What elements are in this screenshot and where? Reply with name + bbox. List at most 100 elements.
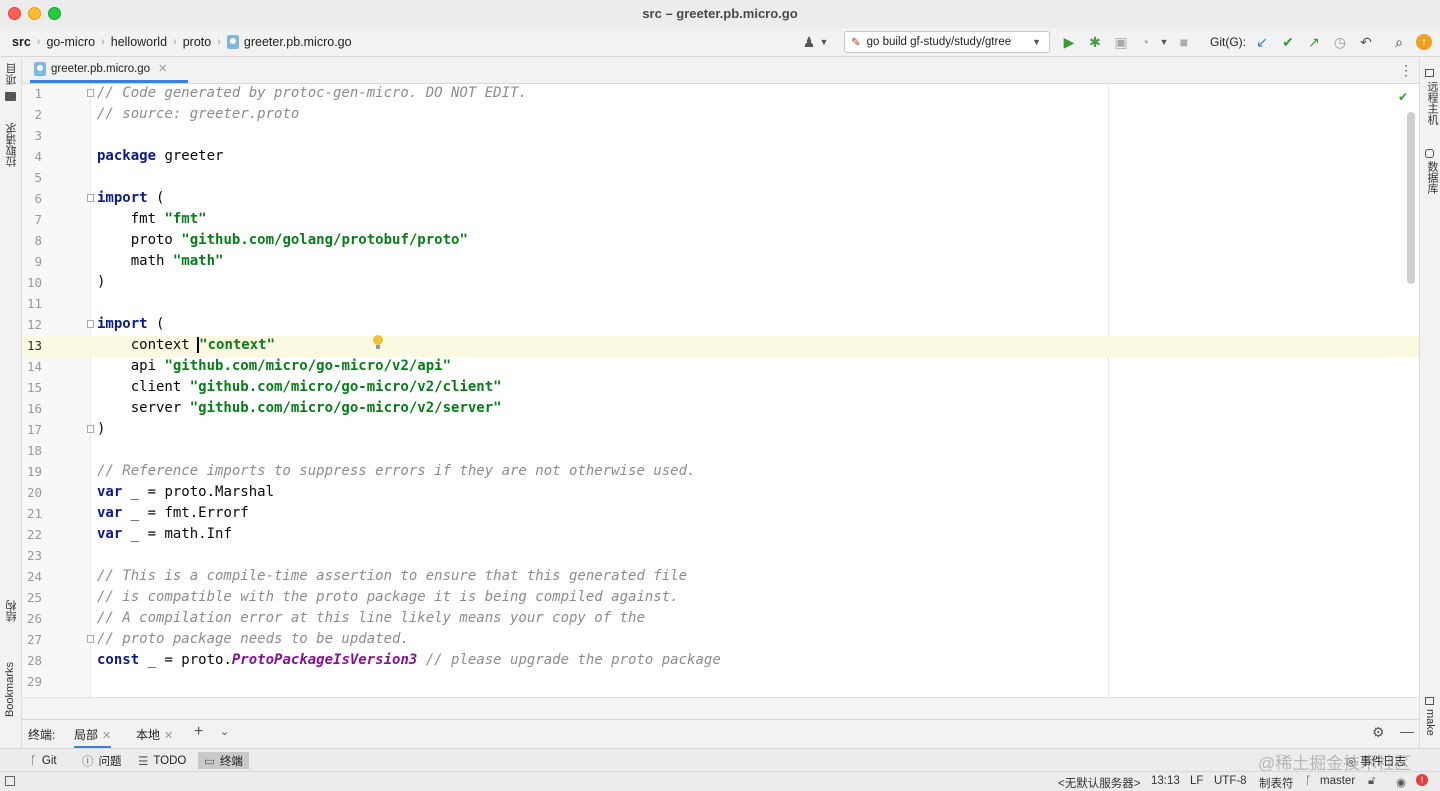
make-tool-button[interactable]: make [1424,709,1436,736]
code-line[interactable]: 23 [22,546,1419,567]
history-icon[interactable]: ◷ [1331,33,1349,51]
tool-window-git[interactable]: ᚴ Git [24,752,63,769]
no-problems-check-icon[interactable]: ✔ [1398,90,1408,104]
database-tool-button[interactable]: 数据库 [1424,161,1440,194]
bookmarks-tool-button[interactable]: Bookmarks [4,662,16,717]
run-configuration-select[interactable]: ✎ go build gf-study/study/gtree ▼ [844,31,1050,53]
breadcrumb-src[interactable]: src [12,35,31,49]
code-line[interactable]: 24 // This is a compile-time assertion to… [22,567,1419,588]
code-line[interactable]: 8 proto "github.com/golang/protobuf/prot… [22,231,1419,252]
chevron-right-icon: › [36,36,41,48]
code-line[interactable]: 15 client "github.com/micro/go-micro/v2/… [22,378,1419,399]
status-git-branch[interactable]: master [1320,775,1355,787]
coverage-icon[interactable]: ▣ [1112,33,1130,51]
gear-icon[interactable]: ⚙ [1372,724,1385,741]
line-number: 24 [26,569,42,584]
fold-marker-icon[interactable] [87,425,94,433]
code-line[interactable]: 21 var _ = fmt.Errorf [22,504,1419,525]
code-line[interactable]: 14 api "github.com/micro/go-micro/v2/api… [22,357,1419,378]
code-line[interactable]: 5 [22,168,1419,189]
remote-host-tool-button[interactable]: 远程主机 [1424,81,1440,125]
terminal-tab-local-scope[interactable]: 局部 ✕ [74,726,112,749]
close-tab-icon[interactable]: ✕ [158,62,167,75]
code-line[interactable]: 1 // Code generated by protoc-gen-micro. … [22,84,1419,105]
update-notification-icon[interactable]: ↑ [1416,34,1432,50]
horizontal-scrollbar[interactable] [22,697,1419,718]
code-token: // A compilation error at this line like… [97,610,645,626]
project-tool-button[interactable]: 项目 [4,63,20,85]
line-number: 25 [26,590,42,605]
git-branch-icon: ᚴ [30,754,37,767]
git-push-icon[interactable]: ↗ [1305,33,1323,51]
code-line[interactable]: 2 // source: greeter.proto [22,105,1419,126]
tab-greeter-pb-micro-go[interactable]: greeter.pb.micro.go ✕ [30,57,188,83]
code-line[interactable]: 12 import ( [22,315,1419,336]
code-line[interactable]: 17) [22,420,1419,441]
fold-marker-icon[interactable] [87,194,94,202]
hide-panel-icon[interactable]: — [1400,723,1414,739]
new-terminal-icon[interactable]: + [194,723,203,741]
status-line-separator[interactable]: LF [1190,775,1203,787]
debug-icon[interactable]: ✱ [1086,33,1104,51]
chevron-down-icon[interactable]: ▼ [815,33,833,51]
close-tab-icon[interactable]: ✕ [164,730,173,742]
status-server[interactable]: <无默认服务器> [1058,775,1140,791]
code-editor[interactable]: 1 // Code generated by protoc-gen-micro. … [22,84,1419,697]
status-encoding[interactable]: UTF-8 [1214,775,1247,787]
chevron-down-icon[interactable]: ▼ [1155,33,1173,51]
toggle-tool-windows-icon[interactable] [5,776,15,786]
code-text: ) [97,274,105,290]
error-indicator-icon[interactable]: ! [1416,774,1428,786]
fold-marker-icon[interactable] [87,89,94,97]
status-indent[interactable]: 制表符 [1259,775,1294,791]
breadcrumb-helloworld[interactable]: helloworld [111,35,167,49]
code-line[interactable]: 16 server "github.com/micro/go-micro/v2/… [22,399,1419,420]
profile-icon[interactable]: ◔ [1136,33,1154,51]
pull-requests-tool-button[interactable]: 拉取请求 [4,123,20,167]
breadcrumb-proto[interactable]: proto [183,35,212,49]
code-line[interactable]: 28 const _ = proto.ProtoPackageIsVersion3… [22,651,1419,672]
code-line[interactable]: 20 var _ = proto.Marshal [22,483,1419,504]
code-token: "github.com/micro/go-micro/v2/client" [189,379,502,395]
close-tab-icon[interactable]: ✕ [102,730,111,742]
terminal-tab-local[interactable]: 本地 ✕ [136,726,173,743]
code-line[interactable]: 7 fmt "fmt" [22,210,1419,231]
run-icon[interactable]: ▶ [1060,33,1078,51]
code-line[interactable]: 22 var _ = math.Inf [22,525,1419,546]
code-line[interactable]: 4 package greeter [22,147,1419,168]
lightbulb-icon[interactable] [373,335,383,349]
fold-marker-icon[interactable] [87,320,94,328]
code-line[interactable]: 3 [22,126,1419,147]
status-caret-position[interactable]: 13:13 [1151,775,1180,787]
code-line[interactable]: 25 // is compatible with the proto packag… [22,588,1419,609]
chevron-down-icon[interactable]: ⌄ [220,725,229,738]
tool-window-terminal[interactable]: ▭ 终端 [198,752,249,769]
code-line[interactable]: 19 // Reference imports to suppress error… [22,462,1419,483]
code-line[interactable]: 6 import ( [22,189,1419,210]
breadcrumb-go-micro[interactable]: go-micro [46,35,95,49]
git-update-icon[interactable]: ↙ [1253,33,1271,51]
code-line[interactable]: 18 [22,441,1419,462]
code-line[interactable]: 26 // A compilation error at this line li… [22,609,1419,630]
code-line[interactable]: 13 context "context" [22,336,1419,357]
vertical-scrollbar[interactable] [1407,112,1415,284]
lock-icon[interactable]: 🔓︎ [1368,775,1375,788]
rollback-icon[interactable]: ↶ [1357,33,1375,51]
structure-tool-button[interactable]: 结构 [4,600,20,622]
code-line[interactable]: 11 [22,294,1419,315]
make-icon [1425,697,1434,705]
more-options-icon[interactable]: ⋮ [1399,62,1413,79]
inspection-icon[interactable]: ◉ [1396,775,1406,789]
code-line[interactable]: 27 // proto package needs to be updated. [22,630,1419,651]
tool-window-todo[interactable]: ☰ TODO [132,752,192,769]
stop-icon[interactable]: ■ [1175,33,1193,51]
search-icon[interactable]: ⌕ [1390,33,1408,51]
code-line[interactable]: 9 math "math" [22,252,1419,273]
breadcrumb-file[interactable]: greeter.pb.micro.go [244,35,352,49]
code-line[interactable]: 29 [22,672,1419,693]
code-line[interactable]: 10) [22,273,1419,294]
git-commit-icon[interactable]: ✔ [1279,33,1297,51]
fold-marker-icon[interactable] [87,635,94,643]
code-token: // This is a compile-time assertion to e… [97,568,688,584]
tool-window-problems[interactable]: ⓘ 问题 [76,752,128,769]
